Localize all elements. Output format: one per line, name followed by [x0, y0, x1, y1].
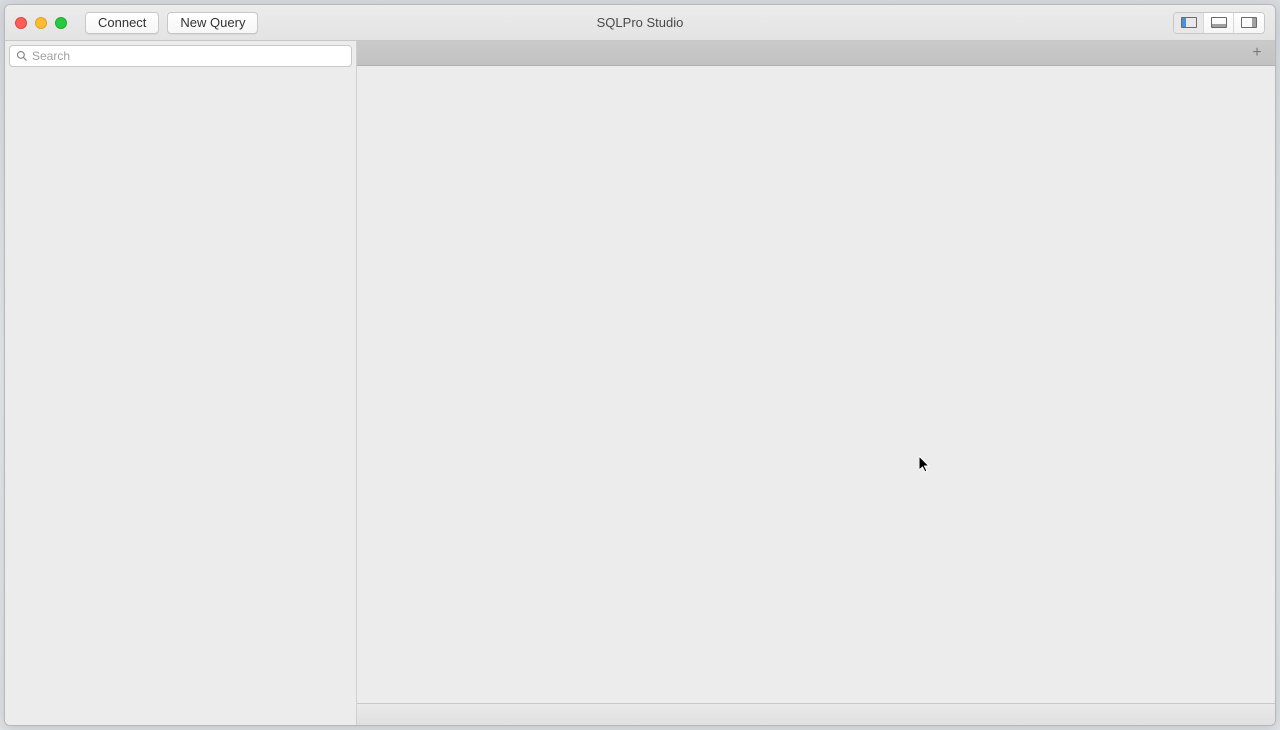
tab-bar: + [357, 41, 1275, 66]
layout-controls [1173, 12, 1265, 34]
status-bar [357, 703, 1275, 725]
sidebar [5, 41, 357, 725]
search-input[interactable] [32, 49, 345, 63]
window-title: SQLPro Studio [597, 15, 684, 30]
body-area: + [5, 41, 1275, 725]
toolbar-buttons: Connect New Query [85, 12, 258, 34]
sidebar-content [5, 71, 356, 725]
content-area [357, 66, 1275, 703]
close-window-button[interactable] [15, 17, 27, 29]
bottom-panel-icon [1211, 17, 1227, 28]
titlebar: Connect New Query SQLPro Studio [5, 5, 1275, 41]
toggle-left-panel-button[interactable] [1174, 13, 1204, 33]
new-query-button[interactable]: New Query [167, 12, 258, 34]
traffic-lights [15, 17, 67, 29]
toggle-bottom-panel-button[interactable] [1204, 13, 1234, 33]
search-wrap [5, 41, 356, 71]
toggle-right-panel-button[interactable] [1234, 13, 1264, 33]
connect-button[interactable]: Connect [85, 12, 159, 34]
main-area: + [357, 41, 1275, 725]
add-tab-button[interactable]: + [1247, 43, 1267, 63]
search-icon [16, 50, 28, 62]
minimize-window-button[interactable] [35, 17, 47, 29]
left-panel-icon [1181, 17, 1197, 28]
search-field[interactable] [9, 45, 352, 67]
cursor-icon [919, 456, 931, 474]
right-panel-icon [1241, 17, 1257, 28]
app-window: Connect New Query SQLPro Studio [4, 4, 1276, 726]
maximize-window-button[interactable] [55, 17, 67, 29]
